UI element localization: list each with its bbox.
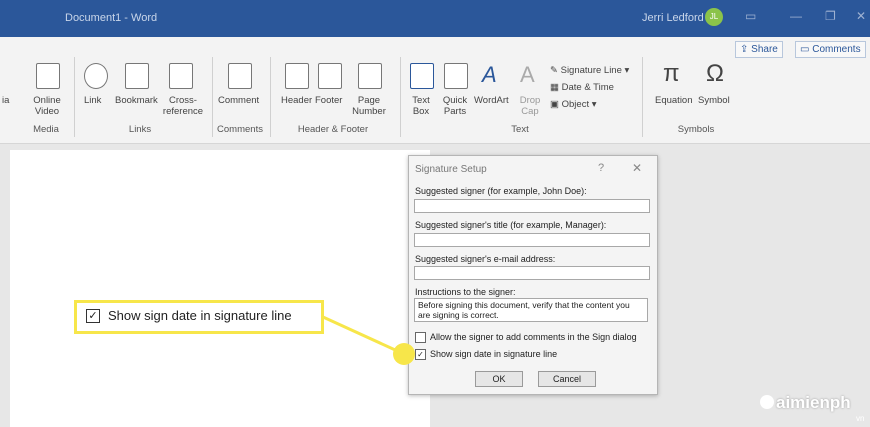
watermark: aimienph <box>760 393 851 413</box>
watermark-logo-icon <box>760 395 774 409</box>
callout-label: Show sign date in signature line <box>108 308 292 323</box>
watermark-sub: vn <box>856 414 865 423</box>
callout-checkbox: ✓ <box>86 309 100 323</box>
watermark-text: aimienph <box>776 393 851 412</box>
callout-pointer <box>322 315 405 356</box>
callout-dot <box>393 343 415 365</box>
